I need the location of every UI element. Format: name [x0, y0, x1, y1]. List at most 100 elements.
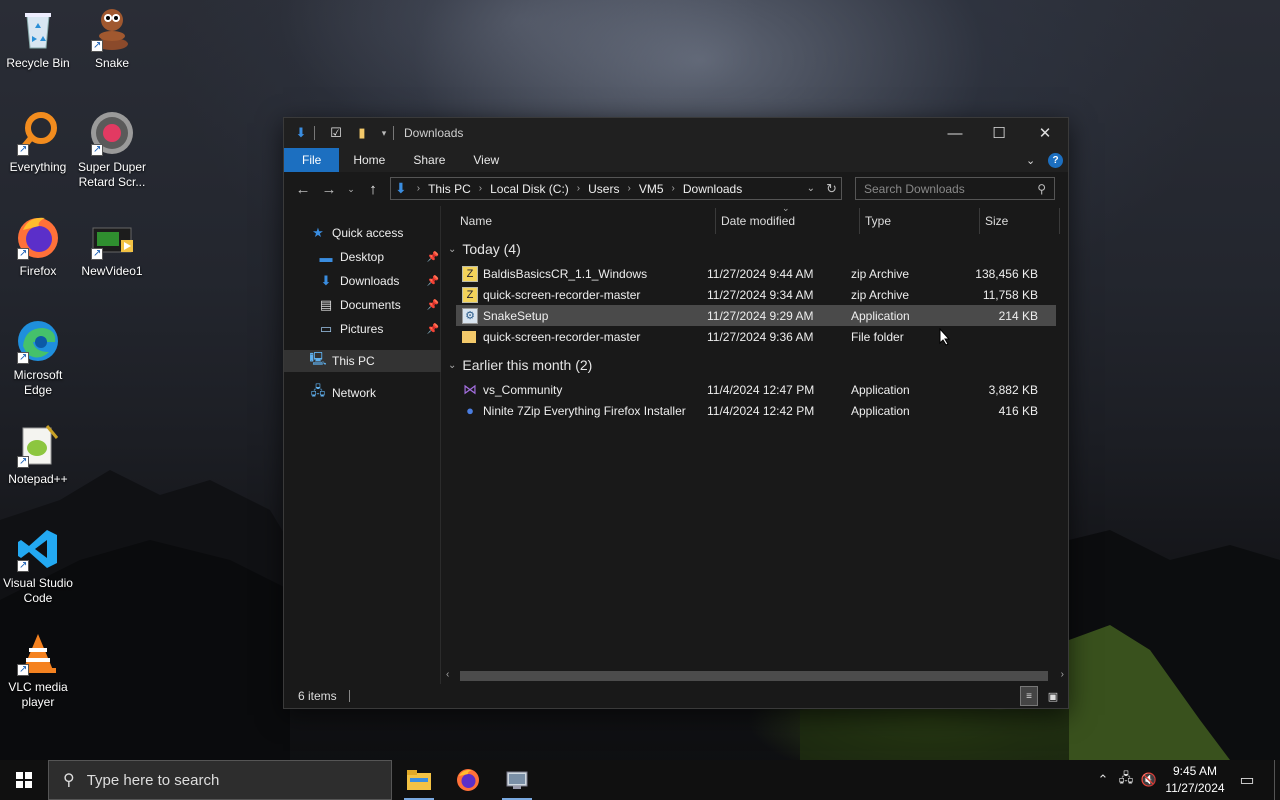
breadcrumb-this-pc[interactable]: This PC: [426, 182, 473, 196]
help-icon[interactable]: ?: [1048, 152, 1063, 168]
group-header-earlier-this-month[interactable]: ⌄ Earlier this month (2): [448, 354, 592, 376]
file-size: 11,758 KB: [982, 287, 1038, 302]
visual-studio-icon: ⋈: [463, 381, 477, 397]
forward-arrow-icon[interactable]: →: [316, 176, 342, 202]
expand-ribbon-icon[interactable]: ⌄: [1026, 154, 1035, 167]
taskbar-firefox[interactable]: [445, 760, 491, 800]
pin-icon[interactable]: 📌: [427, 276, 439, 287]
desktop-icon-notepadpp[interactable]: Notepad++: [0, 422, 76, 487]
download-arrow-icon[interactable]: ⬇: [292, 124, 310, 142]
refresh-icon[interactable]: ↻: [826, 181, 837, 197]
tab-view[interactable]: View: [459, 148, 513, 172]
up-arrow-icon[interactable]: ↑: [360, 176, 386, 202]
documents-folder-icon: ▤: [319, 297, 333, 312]
taskbar-control-app[interactable]: [494, 760, 540, 800]
volume-muted-icon[interactable]: 🔇: [1138, 760, 1160, 800]
chevron-right-icon[interactable]: ›: [411, 183, 426, 194]
breadcrumb-local-disk[interactable]: Local Disk (C:): [488, 182, 571, 196]
desktop-icon-snake[interactable]: Snake: [74, 6, 150, 71]
desktop-icon-everything[interactable]: Everything: [0, 110, 76, 175]
nav-pictures[interactable]: ▭ Pictures 📌: [284, 318, 441, 340]
properties-icon[interactable]: ☑: [327, 124, 345, 142]
nav-network[interactable]: 🖧 Network: [284, 382, 441, 404]
file-row[interactable]: ● Ninite 7Zip Everything Firefox Installe…: [456, 400, 1056, 421]
nav-desktop[interactable]: ▬ Desktop 📌: [284, 246, 441, 268]
file-date: 11/27/2024 9:36 AM: [707, 329, 814, 344]
scroll-left-icon[interactable]: ‹: [446, 669, 449, 680]
desktop-icon-label: Microsoft Edge: [13, 368, 63, 397]
taskbar-search-input[interactable]: ⚲ Type here to search: [48, 760, 392, 800]
nav-downloads[interactable]: ⬇ Downloads 📌: [284, 270, 441, 292]
video-file-icon: [89, 214, 135, 261]
tab-share[interactable]: Share: [399, 148, 459, 172]
nav-documents[interactable]: ▤ Documents 📌: [284, 294, 441, 316]
back-arrow-icon[interactable]: ←: [290, 176, 316, 202]
nav-quick-access[interactable]: ★ Quick access: [284, 222, 441, 244]
column-header-date-modified[interactable]: Date modified: [721, 206, 795, 236]
notifications-icon[interactable]: ▭: [1234, 760, 1260, 800]
search-placeholder: Search Downloads: [864, 181, 965, 196]
nav-this-pc[interactable]: 🖳 This PC: [284, 350, 441, 372]
recent-locations-icon[interactable]: ⌄: [342, 176, 360, 202]
column-header-name[interactable]: Name: [460, 206, 492, 236]
file-type: Application: [851, 403, 910, 418]
taskbar-file-explorer[interactable]: [396, 760, 442, 800]
show-desktop-button[interactable]: [1274, 760, 1280, 800]
file-explorer-window[interactable]: ⬇ ☑ ▮ ▾ Downloads — ☐ ✕ File Home Share …: [283, 117, 1069, 709]
pin-icon[interactable]: 📌: [427, 324, 439, 335]
tab-home[interactable]: Home: [339, 148, 399, 172]
desktop-icon-label: Super Duper Retard Scr...: [77, 160, 147, 189]
file-row[interactable]: Zquick-screen-recorder-master 11/27/2024…: [456, 284, 1056, 305]
desktop-icon-recorder[interactable]: Super Duper Retard Scr...: [74, 110, 150, 190]
computer-icon: 🖳: [309, 351, 327, 366]
horizontal-scrollbar[interactable]: ‹ ›: [442, 668, 1068, 684]
details-view-icon[interactable]: ≡: [1020, 686, 1038, 706]
desktop-icon-firefox[interactable]: Firefox: [0, 214, 76, 279]
file-row[interactable]: Z BaldisBasicsCR_1.1_Windows 11/27/2024 9…: [456, 263, 1056, 284]
new-folder-icon[interactable]: ▮: [353, 124, 371, 142]
large-icons-view-icon[interactable]: ▣: [1044, 686, 1062, 706]
start-button[interactable]: [0, 760, 48, 800]
breadcrumb-downloads[interactable]: Downloads: [681, 182, 744, 196]
network-status-icon[interactable]: 🖧: [1116, 760, 1136, 800]
scrollbar-thumb[interactable]: [460, 671, 1048, 681]
show-hidden-icons-icon[interactable]: ⌃: [1094, 760, 1112, 800]
pin-icon[interactable]: 📌: [427, 300, 439, 311]
pin-icon[interactable]: 📌: [427, 252, 439, 263]
chevron-right-icon[interactable]: ›: [666, 183, 681, 194]
file-size: 214 KB: [998, 308, 1038, 323]
breadcrumb-vm5[interactable]: VM5: [637, 182, 666, 196]
file-row-selected[interactable]: ⚙ SnakeSetup 11/27/2024 9:29 AM Applicati…: [456, 305, 1056, 326]
network-icon: 🖧: [310, 383, 326, 398]
customize-toolbar-icon[interactable]: ▾: [379, 124, 389, 142]
divider: [1059, 208, 1060, 234]
file-row[interactable]: ⋈ vs_Community 11/4/2024 12:47 PM Applica…: [456, 379, 1056, 400]
clock[interactable]: 9:45 AM 11/27/2024: [1160, 763, 1230, 797]
chevron-right-icon[interactable]: ›: [621, 183, 636, 194]
column-header-size[interactable]: Size: [985, 206, 1008, 236]
desktop-icon-newvideo[interactable]: NewVideo1: [74, 214, 150, 279]
group-header-today[interactable]: ⌄ Today (4): [448, 238, 521, 260]
file-row[interactable]: quick-screen-recorder-master 11/27/2024 …: [456, 326, 1056, 347]
column-header-type[interactable]: Type: [865, 206, 891, 236]
file-name: Ninite 7Zip Everything Firefox Installer: [483, 403, 686, 418]
desktop-icon-label: Notepad++: [8, 472, 68, 486]
chevron-right-icon[interactable]: ›: [571, 183, 586, 194]
file-size: 416 KB: [998, 403, 1038, 418]
desktop-icon-vlc[interactable]: VLC media player: [0, 630, 76, 710]
address-bar[interactable]: ⬇ › This PC › Local Disk (C:) › Users › …: [390, 177, 842, 200]
chevron-right-icon[interactable]: ›: [473, 183, 488, 194]
minimize-button[interactable]: —: [932, 118, 978, 148]
close-button[interactable]: ✕: [1022, 118, 1068, 148]
maximize-button[interactable]: ☐: [976, 118, 1022, 148]
desktop-icon-recycle-bin[interactable]: Recycle Bin: [0, 6, 76, 71]
desktop-icon-edge[interactable]: Microsoft Edge: [0, 318, 76, 398]
breadcrumb-users[interactable]: Users: [586, 182, 621, 196]
desktop-icon-vscode[interactable]: Visual Studio Code: [0, 526, 76, 606]
tab-file[interactable]: File: [284, 148, 340, 172]
chevron-down-icon: ⌄: [448, 359, 457, 371]
search-input[interactable]: Search Downloads ⚲: [855, 177, 1055, 200]
title-bar[interactable]: ⬇ ☑ ▮ ▾ Downloads — ☐ ✕: [284, 118, 1068, 148]
address-dropdown-icon[interactable]: ⌄: [807, 183, 815, 194]
scroll-right-icon[interactable]: ›: [1061, 669, 1064, 680]
